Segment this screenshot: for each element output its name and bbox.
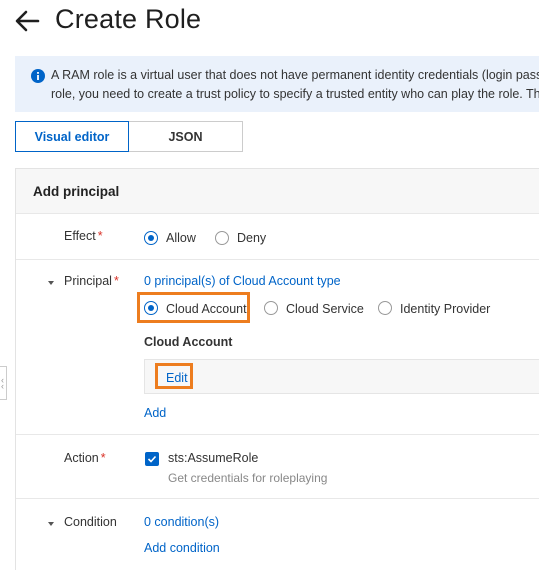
radio-identity-provider-label[interactable]: Identity Provider xyxy=(400,302,490,316)
row-divider xyxy=(16,259,539,260)
info-banner: A RAM role is a virtual user that does n… xyxy=(15,56,539,112)
add-principal-link[interactable]: Add xyxy=(144,406,166,420)
radio-cloud-account-label[interactable]: Cloud Account xyxy=(166,302,247,316)
add-condition-link[interactable]: Add condition xyxy=(144,541,220,555)
edit-link[interactable]: Edit xyxy=(166,371,188,385)
cloud-account-edit-row xyxy=(144,359,539,394)
collapse-handle[interactable]: ‹ ‹ xyxy=(0,366,7,400)
radio-deny[interactable] xyxy=(215,231,229,245)
row-divider xyxy=(16,434,539,435)
row-divider xyxy=(16,498,539,499)
radio-cloud-account[interactable] xyxy=(144,301,158,315)
radio-cloud-service[interactable] xyxy=(264,301,278,315)
radio-deny-label[interactable]: Deny xyxy=(237,231,266,245)
radio-allow-label[interactable]: Allow xyxy=(166,231,196,245)
panel-header: Add principal xyxy=(16,169,539,214)
action-value[interactable]: sts:AssumeRole xyxy=(168,451,258,465)
condition-summary-link[interactable]: 0 condition(s) xyxy=(144,515,219,529)
action-description: Get credentials for roleplaying xyxy=(168,471,328,485)
radio-identity-provider[interactable] xyxy=(378,301,392,315)
panel-title: Add principal xyxy=(33,184,120,199)
action-checkbox[interactable] xyxy=(145,452,159,466)
action-label: Action * xyxy=(64,451,106,465)
effect-label: Effect * xyxy=(64,229,103,243)
editor-tabs: Visual editor JSON xyxy=(15,121,243,152)
principal-collapse-caret[interactable] xyxy=(48,281,54,285)
condition-collapse-caret[interactable] xyxy=(48,522,54,526)
cloud-account-section-label: Cloud Account xyxy=(144,335,233,349)
arrow-left-icon[interactable] xyxy=(14,10,40,32)
page-header: Create Role xyxy=(0,0,539,48)
tab-visual-editor[interactable]: Visual editor xyxy=(15,121,129,152)
tab-json[interactable]: JSON xyxy=(129,121,243,152)
check-icon xyxy=(147,455,157,463)
principal-summary-link[interactable]: 0 principal(s) of Cloud Account type xyxy=(144,274,341,288)
info-text-line-2: role, you need to create a trust policy … xyxy=(51,87,539,101)
condition-label: Condition xyxy=(64,515,117,529)
info-text-line-1: A RAM role is a virtual user that does n… xyxy=(51,68,539,82)
radio-cloud-service-label[interactable]: Cloud Service xyxy=(286,302,364,316)
page-title: Create Role xyxy=(55,4,202,34)
info-icon xyxy=(31,69,45,83)
radio-allow[interactable] xyxy=(144,231,158,245)
principal-label: Principal * xyxy=(64,274,119,288)
